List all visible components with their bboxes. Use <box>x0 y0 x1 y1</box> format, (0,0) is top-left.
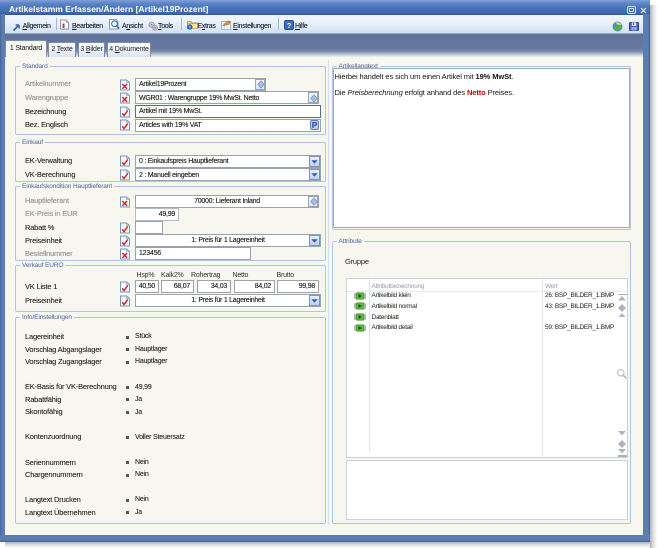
svg-text:?: ? <box>286 21 291 30</box>
